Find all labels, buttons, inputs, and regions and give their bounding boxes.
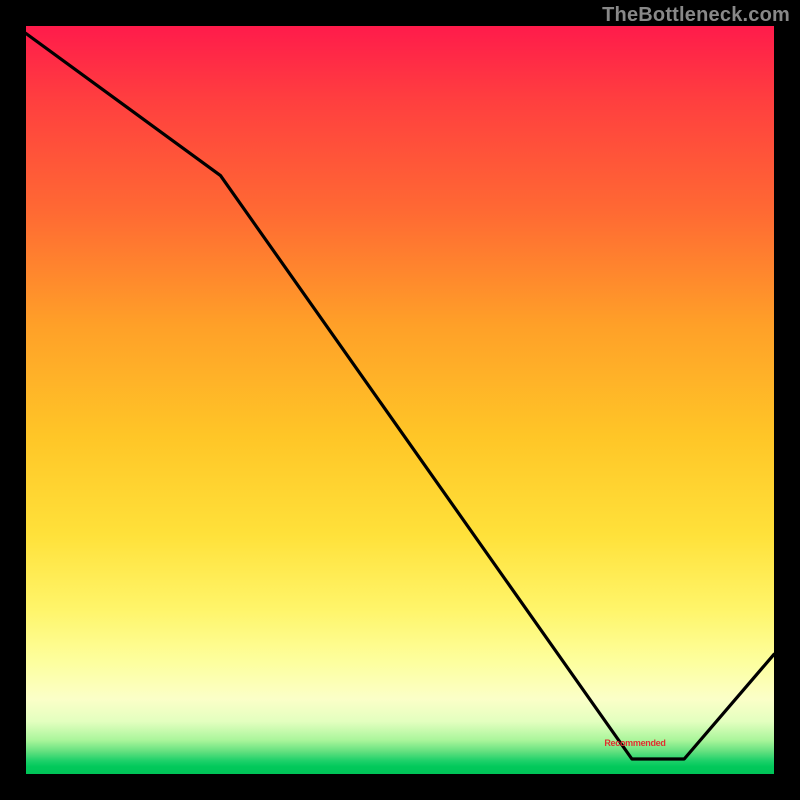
plot-area: Recommended [26, 26, 774, 774]
watermark-text: TheBottleneck.com [602, 4, 790, 27]
recommended-label: Recommended [604, 738, 665, 748]
bottleneck-curve-path [26, 34, 774, 760]
chart-frame: TheBottleneck.com Recommended [0, 0, 800, 800]
line-series [26, 26, 774, 774]
